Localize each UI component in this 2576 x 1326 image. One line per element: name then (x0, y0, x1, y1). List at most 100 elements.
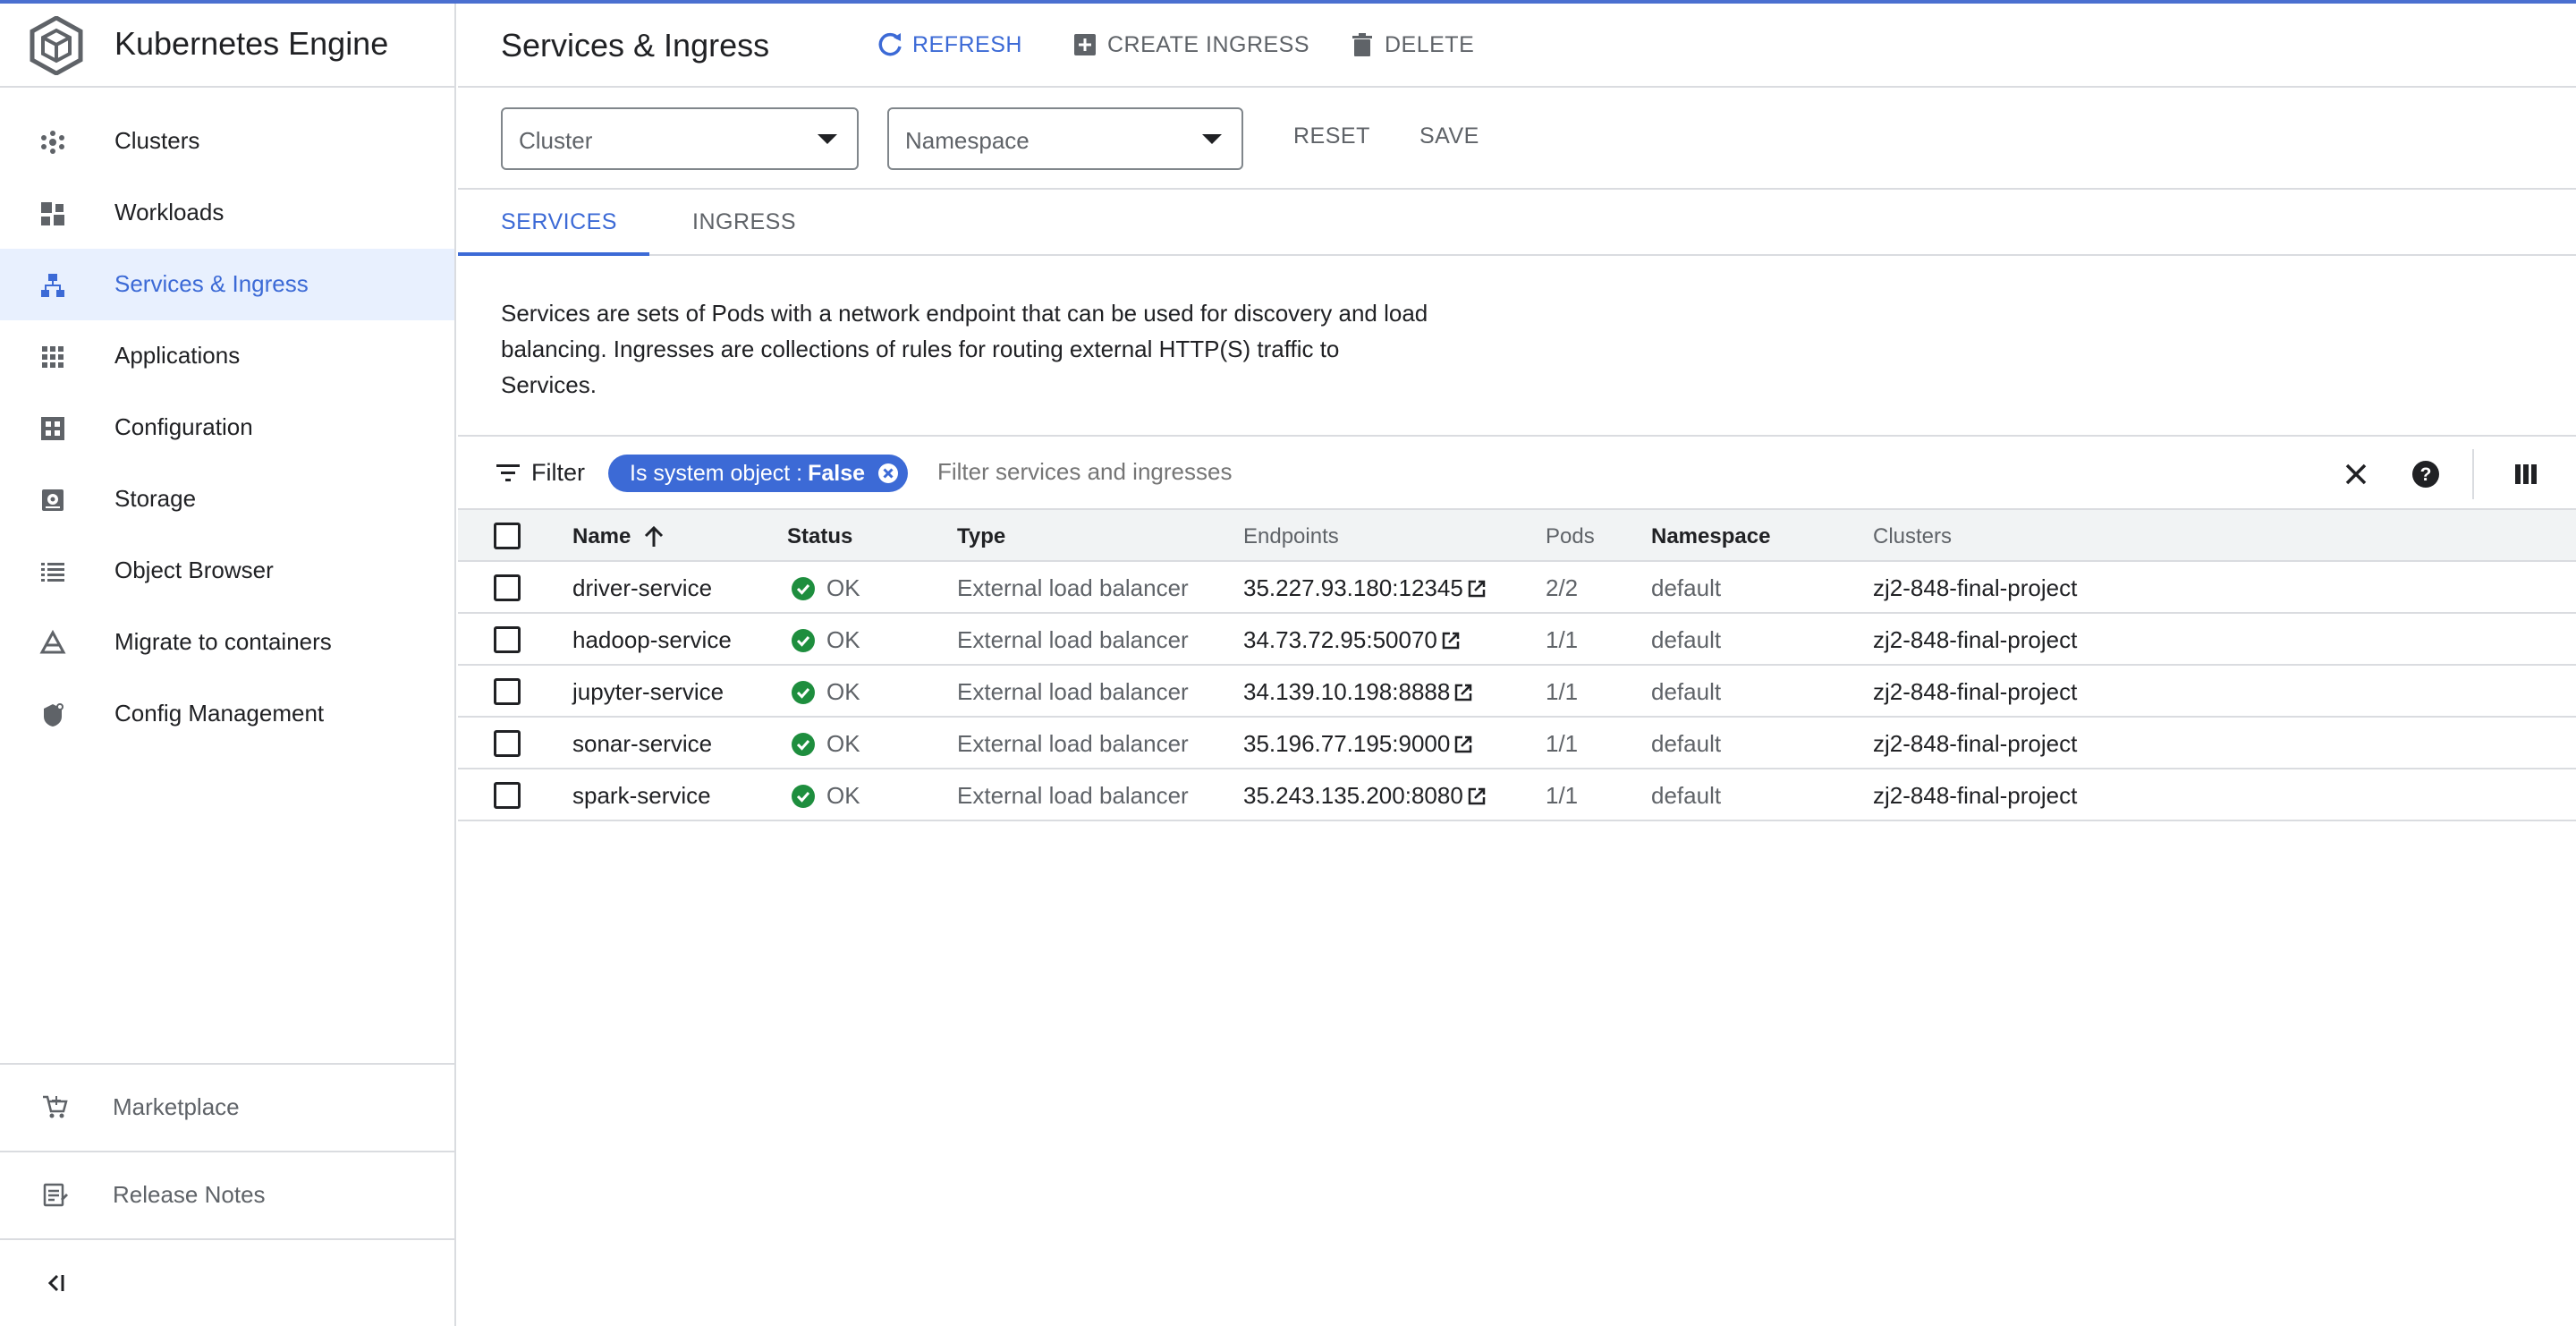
sort-ascending-icon (645, 525, 664, 547)
column-header-status[interactable]: Status (787, 524, 852, 549)
release-notes-icon (43, 1183, 68, 1207)
endpoint-link[interactable]: 35.227.93.180:12345 (1243, 574, 1487, 602)
sidebar-item-object-browser[interactable]: Object Browser (0, 535, 454, 607)
clear-filter-icon[interactable] (2338, 456, 2374, 492)
sidebar-divider (0, 1238, 454, 1240)
filter-button[interactable]: Filter (494, 458, 585, 487)
refresh-button[interactable]: REFRESH (875, 27, 1022, 63)
cluster-link[interactable]: zj2-848-final-project (1873, 574, 2077, 602)
sidebar-item-config-management[interactable]: Config Management (0, 678, 454, 750)
table-row[interactable]: driver-service OK External load balancer… (458, 562, 2576, 614)
reset-button[interactable]: RESET (1293, 123, 1370, 149)
check-circle-icon (792, 628, 815, 652)
row-checkbox[interactable] (494, 782, 521, 809)
chevron-down-icon (818, 134, 837, 144)
row-checkbox[interactable] (494, 626, 521, 653)
endpoint-link[interactable]: 34.73.72.95:50070 (1243, 626, 1461, 654)
external-link-icon (1455, 735, 1472, 752)
add-box-icon (1074, 34, 1096, 55)
endpoint-link[interactable]: 35.243.135.200:8080 (1243, 782, 1487, 810)
check-circle-icon (792, 680, 815, 704)
save-button[interactable]: SAVE (1419, 123, 1479, 149)
tab-services-label: SERVICES (501, 209, 617, 234)
status-cell: OK (791, 574, 860, 602)
column-header-clusters[interactable]: Clusters (1873, 524, 1952, 549)
table-header-row: Name Status Type Endpoints Pods Namespac… (458, 510, 2576, 562)
column-header-namespace[interactable]: Namespace (1651, 524, 1770, 549)
services-icon (41, 274, 64, 297)
help-icon[interactable]: ? (2408, 456, 2444, 492)
sidebar-item-migrate-to-containers[interactable]: Migrate to containers (0, 607, 454, 678)
collapse-sidebar-icon[interactable] (39, 1267, 72, 1299)
cluster-link[interactable]: zj2-848-final-project (1873, 782, 2077, 810)
filter-chip-system-object[interactable]: Is system object : False (608, 455, 909, 492)
filter-chip-key: Is system object : (630, 460, 803, 486)
service-name[interactable]: driver-service (572, 574, 712, 602)
tab-services[interactable]: SERVICES (458, 190, 649, 256)
tab-ingress-label: INGRESS (692, 209, 797, 234)
refresh-icon (878, 32, 902, 56)
description-text: Services are sets of Pods with a network… (501, 300, 1428, 398)
namespace-select[interactable]: Namespace (887, 107, 1243, 170)
column-header-type[interactable]: Type (957, 524, 1005, 549)
status-text: OK (826, 782, 860, 809)
external-link-icon (1442, 632, 1460, 649)
sidebar-item-storage[interactable]: Storage (0, 463, 454, 535)
column-header-pods[interactable]: Pods (1546, 524, 1595, 549)
chevron-down-icon (1202, 134, 1222, 144)
filter-bar-divider (2472, 449, 2474, 499)
row-checkbox[interactable] (494, 678, 521, 705)
sidebar-item-label: Configuration (114, 413, 253, 440)
table-filter-bar: Filter Is system object : False ? (458, 435, 2576, 510)
row-checkbox[interactable] (494, 730, 521, 757)
service-name[interactable]: jupyter-service (572, 678, 724, 706)
table-row[interactable]: spark-service OK External load balancer … (458, 769, 2576, 821)
column-display-icon[interactable] (2508, 456, 2544, 492)
sidebar-item-services-ingress[interactable]: Services & Ingress (0, 249, 454, 320)
endpoint-link[interactable]: 35.196.77.195:9000 (1243, 730, 1473, 758)
namespace-cell: default (1651, 574, 1722, 601)
service-type: External load balancer (957, 678, 1189, 705)
delete-button[interactable]: DELETE (1347, 27, 1474, 63)
service-name[interactable]: hadoop-service (572, 626, 732, 654)
select-all-checkbox[interactable] (494, 523, 521, 549)
service-name[interactable]: spark-service (572, 782, 711, 810)
cluster-link[interactable]: zj2-848-final-project (1873, 678, 2077, 706)
sidebar-item-label: Migrate to containers (114, 628, 332, 655)
app-title: Kubernetes Engine (114, 25, 389, 62)
migrate-icon (39, 630, 66, 654)
pods-count: 1/1 (1546, 782, 1579, 809)
endpoint-link[interactable]: 34.139.10.198:8888 (1243, 678, 1473, 706)
table-row[interactable]: hadoop-service OK External load balancer… (458, 614, 2576, 666)
kubernetes-engine-logo-icon (30, 16, 83, 75)
create-ingress-label: CREATE INGRESS (1107, 31, 1310, 57)
create-ingress-button[interactable]: CREATE INGRESS (1070, 27, 1309, 63)
storage-icon (42, 489, 64, 511)
filter-search-input[interactable] (937, 458, 1742, 486)
sidebar-item-release-notes[interactable]: Release Notes (0, 1152, 454, 1237)
sidebar-item-workloads[interactable]: Workloads (0, 177, 454, 249)
sidebar-item-marketplace[interactable]: Marketplace (0, 1065, 454, 1149)
configuration-icon (41, 417, 64, 440)
cluster-select[interactable]: Cluster (501, 107, 859, 170)
status-cell: OK (791, 678, 860, 706)
sidebar-item-clusters[interactable]: Clusters (0, 106, 454, 177)
check-circle-icon (792, 784, 815, 808)
endpoint-text: 34.139.10.198:8888 (1243, 678, 1451, 705)
cluster-link[interactable]: zj2-848-final-project (1873, 730, 2077, 758)
table-row[interactable]: sonar-service OK External load balancer … (458, 718, 2576, 769)
status-text: OK (826, 678, 860, 705)
table-row[interactable]: jupyter-service OK External load balance… (458, 666, 2576, 718)
sidebar-item-label: Clusters (114, 127, 200, 154)
row-checkbox[interactable] (494, 574, 521, 601)
chip-remove-icon[interactable] (876, 461, 901, 486)
delete-label: DELETE (1385, 31, 1475, 57)
sidebar-item-label: Release Notes (113, 1181, 266, 1208)
cluster-link[interactable]: zj2-848-final-project (1873, 626, 2077, 654)
column-header-endpoints[interactable]: Endpoints (1243, 524, 1339, 549)
sidebar-item-configuration[interactable]: Configuration (0, 392, 454, 463)
tab-ingress[interactable]: INGRESS (649, 190, 828, 256)
sidebar-item-applications[interactable]: Applications (0, 320, 454, 392)
service-name[interactable]: sonar-service (572, 730, 712, 758)
column-header-name[interactable]: Name (572, 524, 666, 549)
